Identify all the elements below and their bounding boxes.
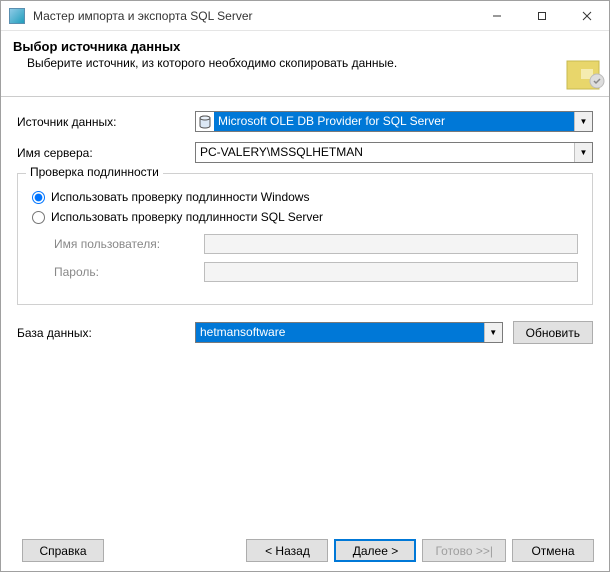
page-title: Выбор источника данных	[13, 39, 597, 54]
database-icon	[196, 112, 214, 131]
wizard-footer: Справка < Назад Далее > Готово >>| Отмен…	[0, 539, 610, 562]
titlebar: Мастер импорта и экспорта SQL Server	[1, 1, 609, 31]
chevron-down-icon[interactable]: ▼	[574, 112, 592, 131]
username-label: Имя пользователя:	[54, 237, 204, 251]
refresh-button[interactable]: Обновить	[513, 321, 593, 344]
window-controls	[474, 1, 609, 30]
auth-credentials: Имя пользователя: Пароль:	[54, 234, 578, 282]
wizard-icon	[561, 51, 609, 99]
password-label: Пароль:	[54, 265, 204, 279]
password-input	[204, 262, 578, 282]
auth-group: Проверка подлинности Использовать провер…	[17, 173, 593, 305]
auth-group-legend: Проверка подлинности	[26, 165, 163, 179]
auth-sql-input[interactable]	[32, 211, 45, 224]
data-source-value: Microsoft OLE DB Provider for SQL Server	[214, 112, 574, 131]
chevron-down-icon[interactable]: ▼	[484, 323, 502, 342]
data-source-label: Источник данных:	[17, 115, 195, 129]
auth-windows-label: Использовать проверку подлинности Window…	[51, 190, 309, 204]
auth-windows-input[interactable]	[32, 191, 45, 204]
auth-sql-label: Использовать проверку подлинности SQL Se…	[51, 210, 323, 224]
minimize-button[interactable]	[474, 1, 519, 30]
next-button[interactable]: Далее >	[334, 539, 416, 562]
chevron-down-icon[interactable]: ▼	[574, 143, 592, 162]
database-label: База данных:	[17, 326, 195, 340]
data-source-combo[interactable]: Microsoft OLE DB Provider for SQL Server…	[195, 111, 593, 132]
cancel-button[interactable]: Отмена	[512, 539, 594, 562]
database-value: hetmansoftware	[196, 323, 484, 342]
page-description: Выберите источник, из которого необходим…	[27, 56, 597, 70]
database-combo[interactable]: hetmansoftware ▼	[195, 322, 503, 343]
username-input	[204, 234, 578, 254]
back-button[interactable]: < Назад	[246, 539, 328, 562]
help-button[interactable]: Справка	[22, 539, 104, 562]
maximize-button[interactable]	[519, 1, 564, 30]
server-name-combo[interactable]: PC-VALERY\MSSQLHETMAN ▼	[195, 142, 593, 163]
close-button[interactable]	[564, 1, 609, 30]
auth-windows-radio[interactable]: Использовать проверку подлинности Window…	[32, 190, 578, 204]
window-title: Мастер импорта и экспорта SQL Server	[33, 9, 474, 23]
server-name-label: Имя сервера:	[17, 146, 195, 160]
header-panel: Выбор источника данных Выберите источник…	[1, 31, 609, 97]
app-icon	[9, 8, 25, 24]
finish-button: Готово >>|	[422, 539, 506, 562]
server-name-value: PC-VALERY\MSSQLHETMAN	[196, 143, 574, 162]
form-body: Источник данных: Microsoft OLE DB Provid…	[1, 97, 609, 344]
auth-sql-radio[interactable]: Использовать проверку подлинности SQL Se…	[32, 210, 578, 224]
